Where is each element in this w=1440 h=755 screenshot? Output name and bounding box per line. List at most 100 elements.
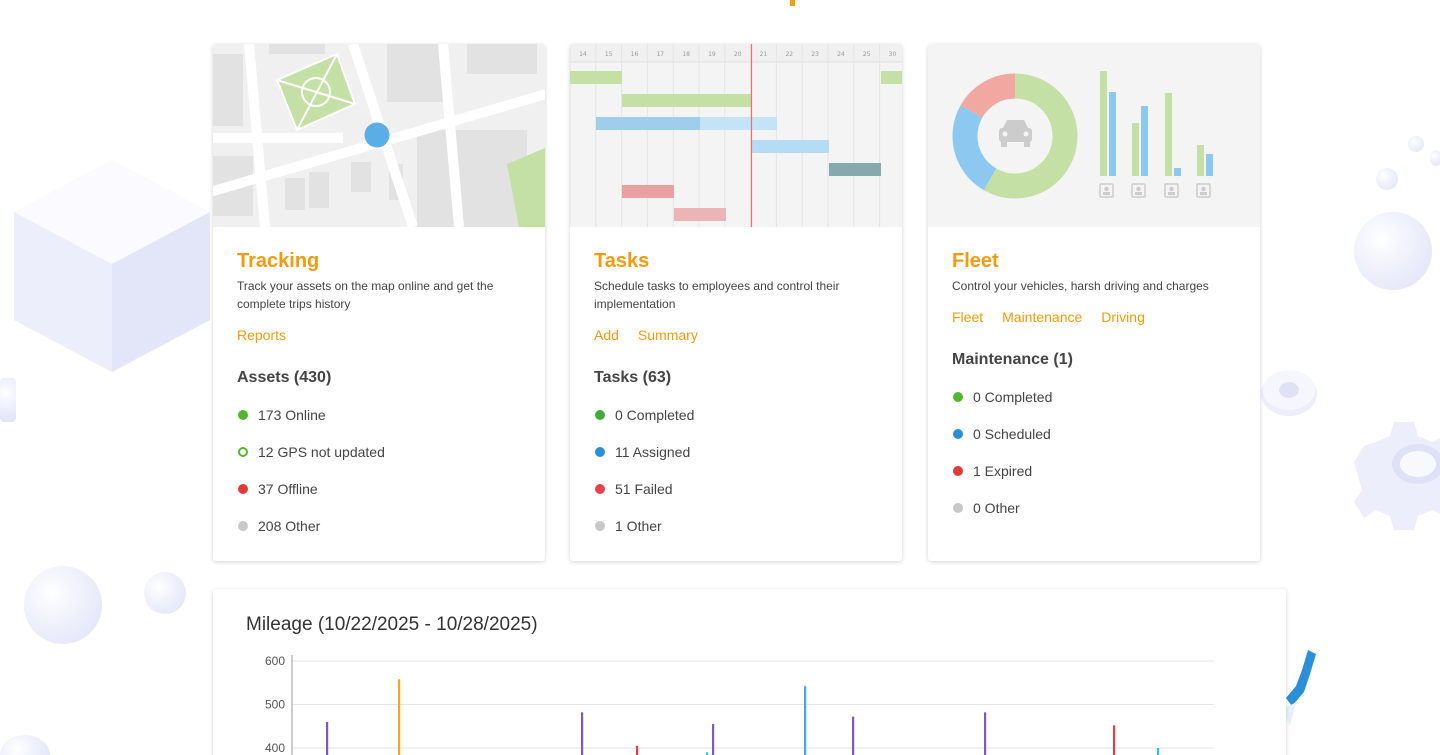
tasks-gantt-illustration: 14 15 16 17 18 19 20 21 22 23 24 25 30 xyxy=(570,44,902,227)
status-dot-expired xyxy=(953,466,963,476)
stat-expired[interactable]: 1 Expired xyxy=(952,461,1236,481)
tracking-card: Tracking Track your assets on the map on… xyxy=(213,44,545,561)
status-dot-gps-not-updated xyxy=(238,447,248,457)
tracking-links: Reports xyxy=(237,325,521,345)
y-tick-label: 500 xyxy=(265,698,285,712)
stat-gps-not-updated[interactable]: 12 GPS not updated xyxy=(237,442,521,462)
tasks-title: Tasks xyxy=(594,250,650,272)
gantt-day-label: 25 xyxy=(863,51,871,58)
status-dot-failed xyxy=(595,484,605,494)
status-dot-other xyxy=(238,521,248,531)
stat-failed[interactable]: 51 Failed xyxy=(594,479,878,499)
decorative-block xyxy=(0,378,16,422)
fleet-chart-illustration xyxy=(928,44,1260,227)
decorative-gear-small xyxy=(1261,370,1317,416)
status-dot-offline xyxy=(238,484,248,494)
stat-label: 0 Completed xyxy=(973,389,1053,405)
map-graphic xyxy=(213,44,545,227)
gantt-day-label: 15 xyxy=(605,51,613,58)
gantt-day-label: 14 xyxy=(579,51,587,58)
stat-label: 37 Offline xyxy=(258,481,318,497)
stat-other[interactable]: 0 Other xyxy=(952,498,1236,518)
mileage-bar[interactable] xyxy=(852,716,855,755)
decorative-sphere xyxy=(144,572,186,614)
stat-label: 0 Completed xyxy=(615,407,695,423)
maintenance-heading: Maintenance (1) xyxy=(952,351,1073,368)
gantt-day-label: 18 xyxy=(682,51,690,58)
gantt-day-label: 16 xyxy=(631,51,639,58)
mileage-bar[interactable] xyxy=(712,724,715,755)
gantt-day-label: 21 xyxy=(760,51,768,58)
tracking-description: Track your assets on the map online and … xyxy=(237,279,494,311)
tasks-card: 14 15 16 17 18 19 20 21 22 23 24 25 30 Tasks Schedul… xyxy=(570,44,902,561)
fleet-graphic xyxy=(928,44,1260,227)
decorative-blue-shape xyxy=(1282,650,1316,726)
maintenance-link[interactable]: Maintenance xyxy=(1002,307,1082,327)
gantt-day-label: 20 xyxy=(734,51,742,58)
mileage-bar[interactable] xyxy=(1157,748,1160,755)
decorative-sphere xyxy=(1376,168,1398,190)
stat-label: 51 Failed xyxy=(615,481,673,497)
fleet-title: Fleet xyxy=(952,250,999,272)
summary-link[interactable]: Summary xyxy=(638,325,698,345)
tasks-links: Add Summary xyxy=(594,325,878,345)
stat-label: 0 Other xyxy=(973,500,1020,516)
tasks-heading: Tasks (63) xyxy=(594,369,672,386)
stat-offline[interactable]: 37 Offline xyxy=(237,479,521,499)
driving-link[interactable]: Driving xyxy=(1101,307,1145,327)
gantt-day-label: 17 xyxy=(656,51,664,58)
mileage-bar[interactable] xyxy=(804,686,807,755)
stat-online[interactable]: 173 Online xyxy=(237,405,521,425)
stat-completed[interactable]: 0 Completed xyxy=(952,387,1236,407)
status-dot-completed xyxy=(595,410,605,420)
mileage-bar[interactable] xyxy=(326,721,329,755)
top-accent-bar xyxy=(790,0,795,6)
status-dot-completed xyxy=(953,392,963,402)
stat-label: 11 Assigned xyxy=(615,444,691,460)
mileage-bar[interactable] xyxy=(1113,725,1116,755)
stat-other[interactable]: 1 Other xyxy=(594,516,878,536)
decorative-cube xyxy=(14,160,210,372)
gantt-day-label: 19 xyxy=(708,51,716,58)
status-dot-scheduled xyxy=(953,429,963,439)
status-dot-assigned xyxy=(595,447,605,457)
mileage-bar[interactable] xyxy=(636,745,639,755)
fleet-links: Fleet Maintenance Driving xyxy=(952,307,1236,327)
stat-label: 1 Expired xyxy=(973,463,1033,479)
stat-assigned[interactable]: 11 Assigned xyxy=(594,442,878,462)
stat-label: 12 GPS not updated xyxy=(258,444,385,460)
mileage-bar[interactable] xyxy=(581,712,584,755)
decorative-sphere xyxy=(1408,136,1424,152)
stat-label: 1 Other xyxy=(615,518,662,534)
mileage-bar[interactable] xyxy=(398,679,401,755)
status-dot-other xyxy=(953,503,963,513)
mileage-bar[interactable] xyxy=(984,712,987,755)
gantt-day-label: 30 xyxy=(889,51,897,58)
gantt-day-label: 24 xyxy=(837,51,845,58)
y-tick-label: 600 xyxy=(265,654,285,668)
stat-scheduled[interactable]: 0 Scheduled xyxy=(952,424,1236,444)
gantt-day-label: 22 xyxy=(785,51,793,58)
decorative-sphere xyxy=(0,735,50,755)
stat-completed[interactable]: 0 Completed xyxy=(594,405,878,425)
stat-label: 208 Other xyxy=(258,518,321,534)
status-dot-other xyxy=(595,521,605,531)
y-tick-label: 400 xyxy=(265,741,285,755)
status-dot-online xyxy=(238,410,248,420)
decorative-sphere xyxy=(24,566,102,644)
reports-link[interactable]: Reports xyxy=(237,325,286,345)
tracking-map-illustration xyxy=(213,44,545,227)
stat-other[interactable]: 208 Other xyxy=(237,516,521,536)
add-task-link[interactable]: Add xyxy=(594,325,619,345)
assets-heading: Assets (430) xyxy=(237,369,332,386)
decorative-gear xyxy=(1354,422,1440,530)
fleet-card: Fleet Control your vehicles, harsh drivi… xyxy=(928,44,1260,561)
gantt-day-label: 23 xyxy=(811,51,819,58)
fleet-link[interactable]: Fleet xyxy=(952,307,983,327)
stat-label: 173 Online xyxy=(258,407,326,423)
decorative-sphere xyxy=(1354,212,1432,290)
mileage-chart: 600 500 400 xyxy=(265,654,1214,755)
decorative-sphere xyxy=(1430,150,1440,166)
tasks-description: Schedule tasks to employees and control … xyxy=(594,279,840,311)
gantt-graphic: 14 15 16 17 18 19 20 21 22 23 24 25 30 xyxy=(570,44,902,227)
